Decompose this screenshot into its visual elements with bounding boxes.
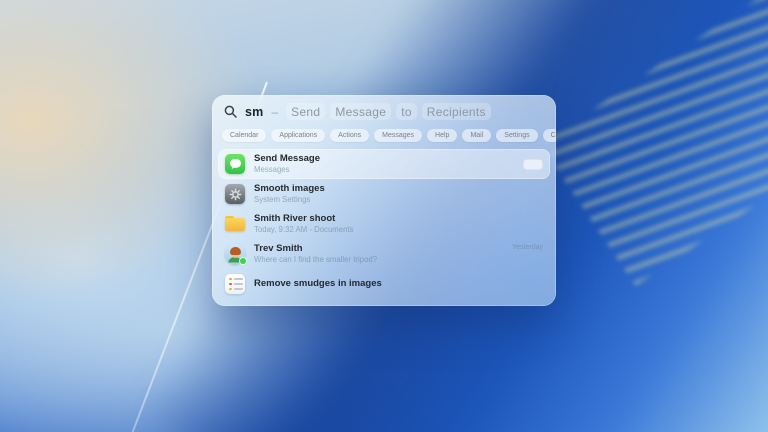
result-remove-smudges[interactable]: Remove smudges in images <box>218 269 550 299</box>
chip-mail[interactable]: Mail <box>462 129 491 142</box>
chip-help[interactable]: Help <box>427 129 457 142</box>
chip-messages[interactable]: Messages <box>374 129 422 142</box>
result-trev-smith[interactable]: Trev Smith Where can I find the smaller … <box>218 239 550 269</box>
result-subtitle: Today, 9:32 AM - Documents <box>254 225 543 235</box>
gear-glyph <box>229 188 242 201</box>
chip-applications[interactable]: Applications <box>271 129 325 142</box>
result-smith-river-shoot[interactable]: Smith River shoot Today, 9:32 AM - Docum… <box>218 209 550 239</box>
search-autocomplete: Send Message to Recipients <box>286 103 491 120</box>
chip-actions[interactable]: Actions <box>330 129 369 142</box>
ghost-token: Send <box>286 103 325 120</box>
result-timestamp: Yesterday <box>512 244 543 251</box>
result-title: Send Message <box>254 153 514 165</box>
search-query-text: sm <box>245 105 263 119</box>
shortcut-badge <box>523 159 543 170</box>
chip-settings[interactable]: Settings <box>496 129 537 142</box>
messages-app-icon <box>225 154 245 174</box>
result-title: Smith River shoot <box>254 213 543 225</box>
search-separator: – <box>271 105 278 119</box>
ghost-token: Recipients <box>422 103 491 120</box>
checklist-icon <box>225 274 245 294</box>
result-subtitle: System Settings <box>254 195 543 205</box>
result-subtitle: Messages <box>254 165 514 175</box>
contact-avatar <box>225 244 245 264</box>
spotlight-panel: sm – Send Message to Recipients Calendar… <box>212 95 556 306</box>
chip-calendar[interactable]: Calendar <box>222 129 266 142</box>
ghost-token: Message <box>330 103 391 120</box>
online-status-badge <box>239 257 247 265</box>
result-subtitle: Where can I find the smaller tripod? <box>254 255 503 265</box>
result-title: Remove smudges in images <box>254 278 543 290</box>
chip-contacts[interactable]: Contacts <box>543 129 556 142</box>
filter-chip-row: Calendar Applications Actions Messages H… <box>212 128 556 147</box>
search-results-list: Send Message Messages Smooth images <box>212 147 556 299</box>
result-title: Smooth images <box>254 183 543 195</box>
settings-gear-icon <box>225 184 245 204</box>
search-input[interactable]: sm – Send Message to Recipients <box>212 95 556 128</box>
folder-icon <box>225 214 245 234</box>
result-title: Trev Smith <box>254 243 503 255</box>
search-icon <box>224 105 237 118</box>
result-send-message[interactable]: Send Message Messages <box>218 149 550 179</box>
chat-bubble-icon <box>229 158 242 170</box>
result-smooth-images[interactable]: Smooth images System Settings <box>218 179 550 209</box>
ghost-token: to <box>396 103 417 120</box>
